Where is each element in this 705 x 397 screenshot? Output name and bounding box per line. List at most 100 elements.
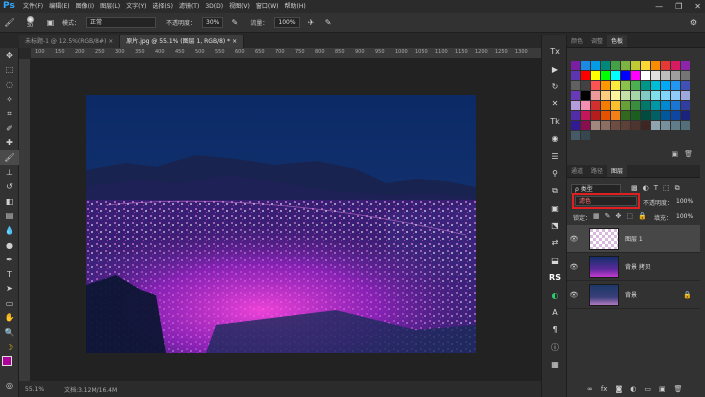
pen-tool-icon[interactable]: ✒	[0, 252, 19, 267]
add-mask-icon[interactable]: ◙	[615, 385, 622, 393]
filter-type-icon[interactable]: T	[654, 184, 658, 193]
foreground-color[interactable]	[2, 356, 12, 367]
menu-filter[interactable]: 滤镜(T)	[176, 0, 202, 13]
lock-transparent-icon[interactable]: ▦	[593, 212, 600, 220]
color-swatch[interactable]	[651, 71, 660, 80]
color-swatch[interactable]	[581, 111, 590, 120]
menu-help[interactable]: 帮助(H)	[282, 0, 309, 13]
filter-pixel-icon[interactable]: ▩	[631, 184, 638, 193]
color-swatch[interactable]	[631, 61, 640, 70]
color-swatch[interactable]	[611, 81, 620, 90]
plugin-refresh-icon[interactable]: ◐	[542, 286, 568, 303]
city-night-photo[interactable]	[86, 95, 476, 353]
color-swatch[interactable]	[601, 91, 610, 100]
close-button[interactable]: ✕	[694, 0, 701, 13]
color-swatch[interactable]	[671, 111, 680, 120]
menu-edit[interactable]: 编辑(E)	[46, 0, 72, 13]
color-swatch[interactable]	[581, 131, 590, 140]
color-swatch[interactable]	[621, 61, 630, 70]
glyphs-icon[interactable]: Tx	[542, 43, 568, 60]
color-swatch[interactable]	[671, 91, 680, 100]
color-swatch[interactable]	[671, 121, 680, 130]
color-swatch[interactable]	[601, 61, 610, 70]
airbrush-icon[interactable]: ✈	[306, 17, 317, 28]
color-swatch[interactable]	[671, 71, 680, 80]
adjustments-icon[interactable]: ▣	[542, 200, 568, 217]
color-swatch[interactable]	[611, 101, 620, 110]
color-swatch[interactable]	[581, 101, 590, 110]
menu-view[interactable]: 视图(V)	[226, 0, 253, 13]
color-swatch[interactable]	[641, 91, 650, 100]
color-swatch[interactable]	[601, 121, 610, 130]
color-swatch[interactable]	[651, 111, 660, 120]
color-swatch[interactable]	[571, 111, 580, 120]
color-swatches-icon[interactable]	[0, 354, 19, 378]
delete-swatch-icon[interactable]: 🗑	[684, 150, 693, 158]
color-swatch[interactable]	[621, 71, 630, 80]
color-swatch[interactable]	[591, 111, 600, 120]
lasso-tool-icon[interactable]: ◌	[0, 77, 19, 92]
menu-type[interactable]: 文字(Y)	[123, 0, 149, 13]
tab-paths[interactable]: 路径	[587, 165, 607, 177]
color-swatch[interactable]	[571, 91, 580, 100]
layer-row-background[interactable]: 👁 背景 🔒	[567, 281, 700, 309]
color-swatch[interactable]	[671, 61, 680, 70]
color-swatch[interactable]	[581, 91, 590, 100]
color-swatch[interactable]	[611, 111, 620, 120]
quick-mask-icon[interactable]: ◎	[0, 378, 19, 393]
play-icon[interactable]: ▶	[542, 60, 568, 77]
menu-file[interactable]: 文件(F)	[20, 0, 46, 13]
flow-field[interactable]: 100%	[274, 17, 300, 28]
shape-tool-icon[interactable]: ▭	[0, 296, 19, 311]
visibility-eye-icon[interactable]: 👁	[567, 291, 581, 299]
color-swatch[interactable]	[641, 111, 650, 120]
color-swatch[interactable]	[661, 121, 670, 130]
tab-color[interactable]: 颜色	[567, 35, 587, 47]
zoom-tool-icon[interactable]: 🔍	[0, 325, 19, 340]
menu-3d[interactable]: 3D(D)	[202, 0, 226, 13]
color-swatch[interactable]	[681, 101, 690, 110]
color-swatch[interactable]	[621, 121, 630, 130]
tab-swatches[interactable]: 色板	[607, 35, 628, 47]
color-swatch[interactable]	[571, 131, 580, 140]
properties-icon[interactable]: ☰	[542, 147, 568, 164]
menu-image[interactable]: 图像(I)	[73, 0, 97, 13]
color-swatch[interactable]	[601, 81, 610, 90]
color-swatch[interactable]	[571, 61, 580, 70]
color-swatch[interactable]	[631, 71, 640, 80]
color-swatch[interactable]	[651, 121, 660, 130]
color-swatch[interactable]	[571, 71, 580, 80]
layer-row-layer1[interactable]: 👁 图层 1	[567, 225, 700, 253]
color-swatch[interactable]	[591, 71, 600, 80]
tab-original-jpg[interactable]: 原片.jpg @ 55.1% (图层 1, RGB/8) * ×	[120, 35, 245, 48]
color-swatch[interactable]	[591, 91, 600, 100]
brush-panel-icon[interactable]: ▣	[45, 17, 56, 28]
eyedropper-tool-icon[interactable]: ✐	[0, 121, 19, 136]
layer-style-icon[interactable]: fx	[601, 385, 608, 393]
type-tool-icon[interactable]: T	[0, 267, 19, 282]
color-swatch[interactable]	[681, 61, 690, 70]
color-swatch[interactable]	[571, 101, 580, 110]
color-swatch[interactable]	[581, 81, 590, 90]
pressure-opacity-icon[interactable]: ✎	[229, 17, 240, 28]
lock-artboard-icon[interactable]: ⬚	[626, 212, 633, 220]
color-swatch[interactable]	[661, 111, 670, 120]
group-icon[interactable]: ▭	[644, 385, 651, 393]
color-swatch[interactable]	[591, 101, 600, 110]
edit-toolbar-icon[interactable]: ☽	[0, 340, 19, 355]
color-swatch[interactable]	[601, 111, 610, 120]
color-swatch[interactable]	[631, 91, 640, 100]
brush-preset-picker[interactable]: 30	[21, 16, 39, 29]
navigator-icon[interactable]: ⬔	[542, 217, 568, 234]
rs-plugin-icon[interactable]: RS	[542, 269, 568, 286]
color-swatch[interactable]	[661, 101, 670, 110]
adjustment-layer-icon[interactable]: ◐	[630, 385, 636, 393]
visibility-eye-icon[interactable]: 👁	[567, 235, 581, 243]
visibility-eye-icon[interactable]: 👁	[567, 263, 581, 271]
color-swatch[interactable]	[611, 121, 620, 130]
filter-shape-icon[interactable]: ⬚	[663, 184, 670, 193]
color-swatch[interactable]	[591, 81, 600, 90]
menu-select[interactable]: 选择(S)	[149, 0, 176, 13]
menu-window[interactable]: 窗口(W)	[253, 0, 282, 13]
tab-channels[interactable]: 通道	[567, 165, 587, 177]
